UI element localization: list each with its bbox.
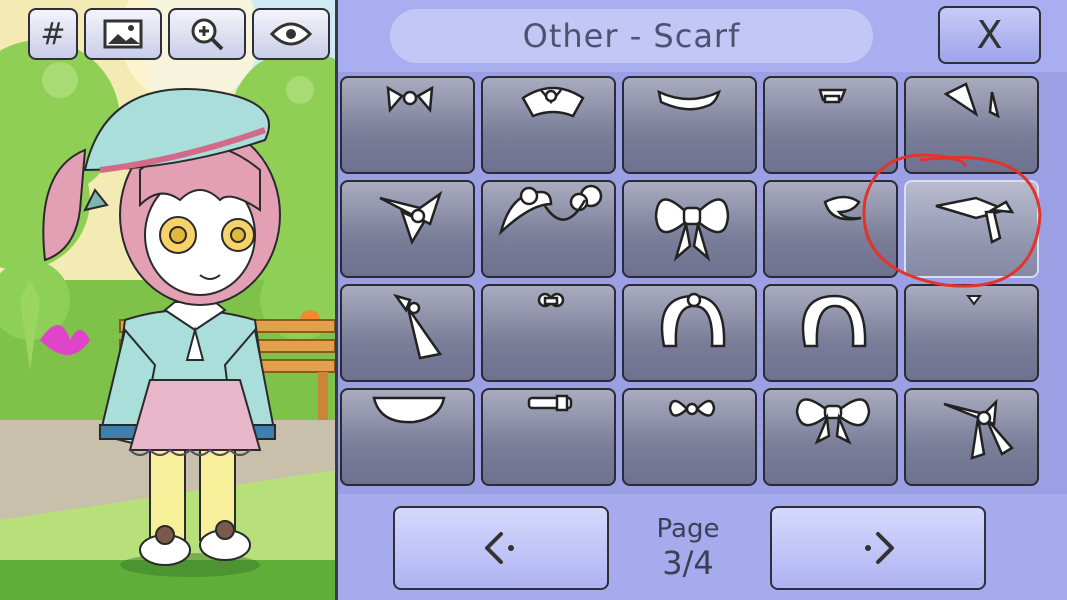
item-curl-scarf[interactable] bbox=[763, 180, 898, 278]
long-tie-icon bbox=[392, 293, 443, 360]
flat-collar-icon bbox=[372, 396, 446, 424]
item-small-pom[interactable] bbox=[481, 284, 616, 382]
close-button[interactable]: X bbox=[938, 6, 1041, 64]
curl-scarf-icon bbox=[823, 195, 862, 221]
category-title: Other - Scarf bbox=[390, 9, 873, 63]
page-number: 3/4 bbox=[662, 544, 714, 582]
zoom-button[interactable] bbox=[168, 8, 246, 60]
belt-choker-icon bbox=[527, 394, 573, 412]
hash-button[interactable]: # bbox=[28, 8, 78, 60]
item-tiny-pin[interactable] bbox=[904, 284, 1039, 382]
sailor-collar-icon bbox=[935, 196, 1015, 244]
visibility-button[interactable] bbox=[252, 8, 330, 60]
chevron-right-icon bbox=[865, 532, 894, 564]
item-big-bow[interactable] bbox=[763, 388, 898, 486]
fluffy-scarf-a-icon bbox=[660, 292, 726, 348]
pagination-bar: Page 3/4 bbox=[338, 494, 1067, 600]
tiny-brooch-icon bbox=[818, 88, 847, 104]
item-tiny-brooch[interactable] bbox=[763, 76, 898, 174]
prev-page-button[interactable] bbox=[393, 506, 609, 590]
item-curved-scarf[interactable] bbox=[622, 76, 757, 174]
item-flat-collar[interactable] bbox=[340, 388, 475, 486]
small-pom-icon bbox=[537, 292, 565, 308]
close-icon: X bbox=[976, 13, 1003, 57]
large-bow-icon bbox=[654, 198, 730, 262]
curved-scarf-icon bbox=[657, 89, 722, 111]
item-split-collar[interactable] bbox=[904, 76, 1039, 174]
fluffy-chain-icon bbox=[498, 184, 603, 236]
next-page-button[interactable] bbox=[770, 506, 986, 590]
image-icon bbox=[103, 19, 143, 49]
chevron-left-icon bbox=[485, 532, 514, 564]
fluffy-scarf-b-icon bbox=[801, 294, 867, 348]
frilled-bow-icon bbox=[521, 86, 585, 118]
knotted-scarf-icon bbox=[943, 398, 1014, 460]
item-frilled-bow[interactable] bbox=[481, 76, 616, 174]
item-long-tie[interactable] bbox=[340, 284, 475, 382]
eye-icon bbox=[270, 22, 312, 46]
item-fluffy-chain-collar[interactable] bbox=[481, 180, 616, 278]
hash-icon: # bbox=[40, 16, 66, 52]
item-fluffy-scarf-b[interactable] bbox=[763, 284, 898, 382]
sailor-knot-icon bbox=[379, 190, 443, 245]
zoom-in-icon bbox=[191, 18, 224, 51]
character-preview: # bbox=[0, 0, 335, 600]
page-word: Page bbox=[656, 514, 720, 544]
tiny-pin-icon bbox=[966, 295, 982, 306]
item-knotted-scarf[interactable] bbox=[904, 388, 1039, 486]
preview-scene bbox=[0, 0, 335, 600]
item-sailor-knot[interactable] bbox=[340, 180, 475, 278]
page-indicator: Page 3/4 bbox=[628, 512, 748, 580]
big-bow-icon bbox=[795, 398, 871, 445]
item-fluffy-scarf-a[interactable] bbox=[622, 284, 757, 382]
item-belt-choker[interactable] bbox=[481, 388, 616, 486]
item-small-bow[interactable] bbox=[340, 76, 475, 174]
panel-header: Other - Scarf X bbox=[338, 0, 1067, 72]
background-button[interactable] bbox=[84, 8, 162, 60]
small-bow-b-icon bbox=[668, 399, 716, 417]
split-collar-icon bbox=[943, 82, 1000, 119]
item-large-bow[interactable] bbox=[622, 180, 757, 278]
small-bow-icon bbox=[386, 85, 434, 114]
item-grid bbox=[340, 76, 1044, 488]
item-small-bow-b[interactable] bbox=[622, 388, 757, 486]
item-panel: Other - Scarf X Page 3/4 bbox=[335, 0, 1067, 600]
item-sailor-collar-tie[interactable] bbox=[904, 180, 1039, 278]
